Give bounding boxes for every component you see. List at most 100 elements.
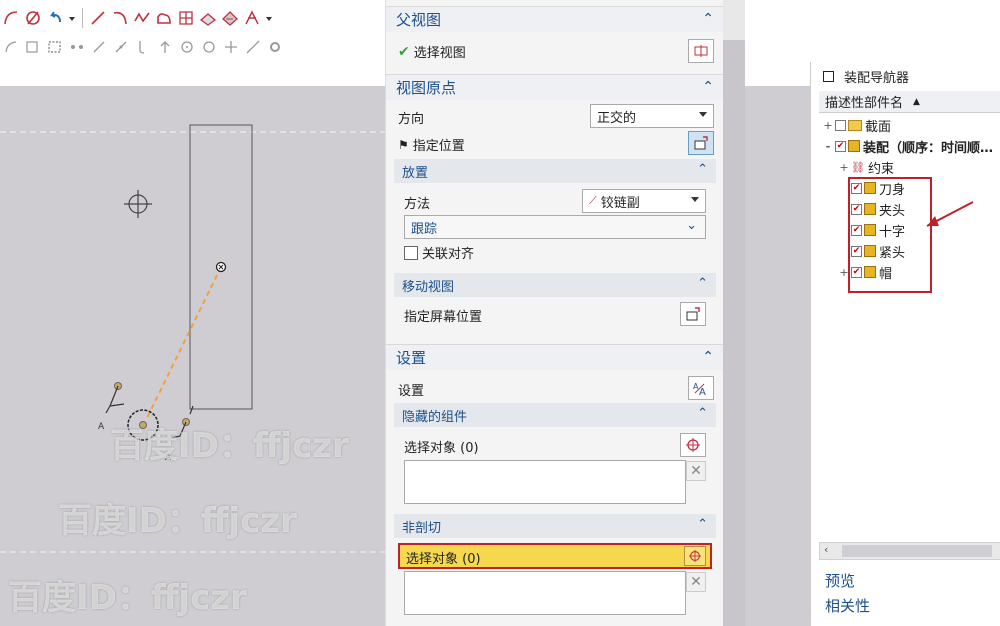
assembly-icon xyxy=(848,140,860,152)
settings-button[interactable]: AA xyxy=(688,376,714,400)
scroll-left-icon[interactable]: ‹ xyxy=(824,543,828,556)
navigator-hscrollbar[interactable]: ‹ xyxy=(819,542,1000,560)
flag-icon: ⚑ xyxy=(398,137,409,152)
slash-icon[interactable] xyxy=(88,36,110,58)
expand-chevron-icon[interactable]: ⌄ xyxy=(686,218,697,233)
hook-icon[interactable] xyxy=(132,36,154,58)
specify-location-row: ⚑ 指定位置 xyxy=(398,135,465,155)
graphics-canvas-right[interactable] xyxy=(745,86,810,626)
pivot-point[interactable] xyxy=(215,261,227,273)
navigator-icon xyxy=(823,70,834,82)
assoc-align-checkbox[interactable] xyxy=(404,245,418,260)
expand-icon[interactable]: + xyxy=(823,119,833,132)
shape-icon[interactable] xyxy=(153,7,175,29)
method-select[interactable]: ⟋ 铰链副 xyxy=(582,189,706,213)
remove-icon[interactable]: ✕ xyxy=(686,461,706,481)
subsection-placement[interactable]: 放置 ⌃ xyxy=(394,159,716,183)
non-section-list[interactable] xyxy=(404,571,686,615)
node-label: 装配（顺序：时间顺… xyxy=(863,140,994,156)
scrollbar-thumb[interactable] xyxy=(842,545,992,557)
select-icon[interactable] xyxy=(22,36,44,58)
subsection-move-view[interactable]: 移动视图 ⌃ xyxy=(394,273,716,297)
collapse-icon[interactable]: - xyxy=(823,140,833,153)
preview-section[interactable]: 预览 xyxy=(825,570,855,591)
box-select-icon[interactable] xyxy=(44,36,66,58)
hinge-track-line xyxy=(145,266,222,421)
scrollbar-thumb[interactable] xyxy=(723,0,745,40)
plane-icon[interactable] xyxy=(197,7,219,29)
circle2-icon[interactable] xyxy=(198,36,220,58)
watermark: 百度ID：ffjczr xyxy=(110,426,349,466)
expand-icon[interactable]: + xyxy=(839,161,849,174)
section-title: 设置 xyxy=(396,349,427,367)
collapse-chevron-icon[interactable]: ⌃ xyxy=(697,276,708,291)
collapse-chevron-icon[interactable]: ⌃ xyxy=(702,79,714,95)
section-view-origin[interactable]: 视图原点 ⌃ xyxy=(386,74,724,100)
trim-icon[interactable] xyxy=(241,7,263,29)
assoc-align-row: 关联对齐 xyxy=(404,243,474,262)
slash2-icon[interactable] xyxy=(110,36,132,58)
gear-small-icon[interactable] xyxy=(264,36,286,58)
undo-arrow-icon[interactable] xyxy=(44,7,66,29)
crosshair-icon[interactable] xyxy=(124,190,152,218)
toolbar-separator xyxy=(82,8,83,28)
surface-icon[interactable] xyxy=(219,7,241,29)
chevron-down-icon xyxy=(691,197,699,202)
curve-small-icon[interactable] xyxy=(0,36,22,58)
hidden-components-list[interactable] xyxy=(404,460,686,504)
select-object-button[interactable] xyxy=(680,433,706,457)
crosshair-icon xyxy=(688,549,702,563)
line-icon[interactable] xyxy=(87,7,109,29)
section-parent-view[interactable]: 父视图 ⌃ xyxy=(386,6,724,32)
annotation-arrow-icon xyxy=(926,201,974,227)
curve-icon[interactable] xyxy=(109,7,131,29)
no-symbol-icon[interactable] xyxy=(22,7,44,29)
collapse-chevron-icon[interactable]: ⌃ xyxy=(697,406,708,421)
subsection-hidden-components[interactable]: 隐藏的组件 ⌃ xyxy=(394,403,716,427)
line-small-icon[interactable] xyxy=(242,36,264,58)
sort-up-icon[interactable]: ▲ xyxy=(913,97,920,107)
collapse-chevron-icon[interactable]: ⌃ xyxy=(702,349,714,365)
remove-icon[interactable]: ✕ xyxy=(686,572,706,592)
non-section-select-row[interactable]: 选择对象 (0) xyxy=(398,543,712,569)
watermark: 百度ID：ffjczr xyxy=(8,578,247,618)
dialog-scrollbar[interactable] xyxy=(723,0,745,626)
toolbar-row-1 xyxy=(0,4,275,32)
column-header[interactable]: 描述性部件名 ▲ xyxy=(819,91,1000,113)
canvas-top-strip xyxy=(0,62,385,86)
more-icon[interactable] xyxy=(263,7,275,29)
collapse-chevron-icon[interactable]: ⌃ xyxy=(697,517,708,532)
method-label: 方法 xyxy=(404,197,431,212)
specify-location-button[interactable] xyxy=(688,131,714,155)
visibility-checkbox[interactable] xyxy=(835,119,846,131)
crosshair-icon xyxy=(686,438,700,452)
grid-shape-icon[interactable] xyxy=(175,7,197,29)
relevance-section[interactable]: 相关性 xyxy=(825,595,870,616)
collapse-chevron-icon[interactable]: ⌃ xyxy=(697,162,708,177)
tree-node-section[interactable]: + 截面 xyxy=(823,115,891,135)
select-view-button[interactable] xyxy=(688,39,714,63)
scrollbar-track[interactable] xyxy=(723,40,745,626)
subsection-title: 移动视图 xyxy=(402,279,455,295)
points-icon[interactable] xyxy=(66,36,88,58)
method-value: 铰链副 xyxy=(600,195,640,211)
section-settings[interactable]: 设置 ⌃ xyxy=(386,344,724,370)
view-icon xyxy=(694,45,708,57)
visibility-checkbox[interactable]: ✔ xyxy=(835,140,846,152)
dropdown-icon[interactable] xyxy=(66,7,78,29)
spline-icon[interactable] xyxy=(131,7,153,29)
collapse-chevron-icon[interactable]: ⌃ xyxy=(702,11,714,27)
subsection-non-section[interactable]: 非剖切 ⌃ xyxy=(394,514,716,538)
specify-screen-button[interactable] xyxy=(680,302,706,326)
select-object-button[interactable] xyxy=(684,546,706,566)
chevron-down-icon xyxy=(699,112,707,117)
graphics-canvas[interactable]: A A xyxy=(0,86,385,626)
tree-node-constraints[interactable]: + ⛓ 约束 xyxy=(839,157,894,177)
circle-icon[interactable] xyxy=(176,36,198,58)
tree-node-assembly[interactable]: - ✔ 装配（顺序：时间顺… xyxy=(823,136,993,156)
track-group[interactable]: 跟踪 ⌄ xyxy=(404,215,706,239)
up-icon[interactable] xyxy=(154,36,176,58)
arc-icon[interactable] xyxy=(0,7,22,29)
plus-icon[interactable] xyxy=(220,36,242,58)
direction-select[interactable]: 正交的 xyxy=(590,104,714,128)
